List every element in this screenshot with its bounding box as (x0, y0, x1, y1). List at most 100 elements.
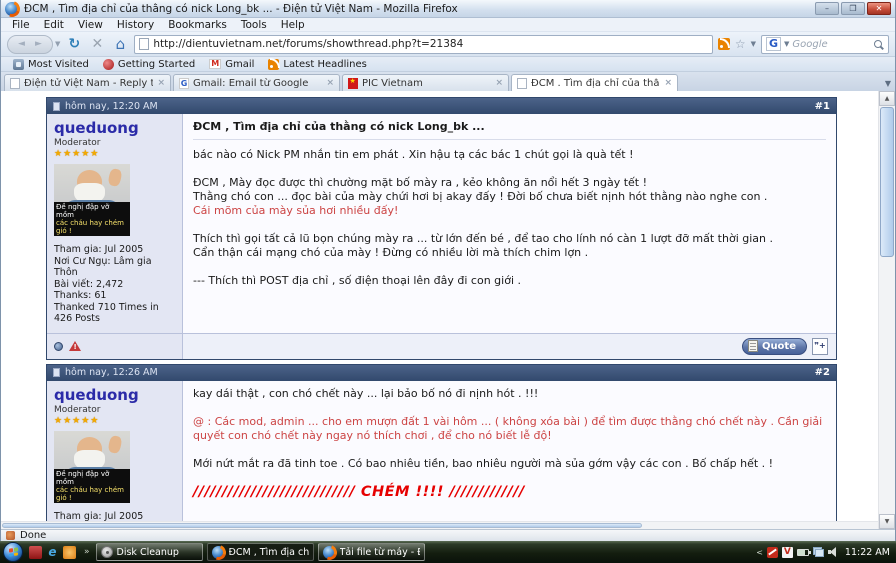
username-link[interactable]: queduong (54, 386, 175, 404)
tab-close-icon[interactable]: × (664, 78, 672, 88)
avatar-caption: Đề nghị đập vỡ mồm các cháu hay chém gió… (54, 468, 130, 503)
clock[interactable]: 11:22 AM (842, 547, 890, 558)
taskbar-item-firefox-2[interactable]: Tải file từ máy - Điệ... (317, 543, 425, 561)
reload-button[interactable]: ↻ (65, 34, 83, 54)
system-tray: < V 11:22 AM (756, 546, 893, 558)
multiquote-button[interactable] (812, 337, 828, 355)
vertical-scrollbar[interactable]: ▲ ▼ (878, 91, 895, 529)
tab-reply-to-topic[interactable]: Điện tử Việt Nam - Reply to Topic × (4, 74, 171, 91)
scrollbar-thumb[interactable] (880, 107, 894, 257)
maximize-button[interactable]: ❐ (841, 2, 865, 15)
menu-view[interactable]: View (71, 18, 110, 32)
address-bar[interactable] (134, 34, 713, 54)
post-count: Bài viết: 2,472 (54, 278, 124, 290)
volume-icon[interactable] (827, 547, 838, 557)
bookmark-getting-started[interactable]: Getting Started (97, 58, 201, 70)
scroll-down-icon[interactable]: ▼ (879, 514, 895, 529)
taskbar: e » Disk Cleanup ĐCM , Tìm địa chỉ c... … (0, 541, 896, 563)
quote-button[interactable]: Quote (741, 337, 807, 355)
title-bar: ĐCM , Tìm địa chỉ của thằng có nick Long… (1, 0, 895, 18)
post-content: ĐCM , Tìm địa chỉ của thằng có nick Long… (183, 114, 836, 333)
history-dropdown-icon[interactable]: ▼ (55, 40, 60, 48)
post-header: hôm nay, 12:26 AM #2 (47, 364, 836, 381)
user-role: Moderator (54, 404, 101, 415)
bookmark-gmail[interactable]: M Gmail (203, 59, 260, 70)
horizontal-scrollbar[interactable] (1, 521, 878, 529)
menu-tools[interactable]: Tools (234, 18, 274, 32)
reputation-stars: ★★★★★ (54, 149, 100, 159)
post-timestamp: hôm nay, 12:26 AM (65, 367, 158, 378)
taskbar-item-firefox-active[interactable]: ĐCM , Tìm địa chỉ c... (206, 543, 314, 561)
start-button[interactable] (3, 542, 23, 562)
tab-gmail[interactable]: G Gmail: Email từ Google × (173, 74, 340, 91)
reputation-stars: ★★★★★ (54, 415, 100, 426)
menu-help[interactable]: Help (274, 18, 312, 32)
quick-launch-overflow-icon[interactable]: » (82, 547, 92, 557)
avatar[interactable]: Đề nghị đập vỡ mồm các cháu hay chém gió… (54, 430, 130, 503)
tab-close-icon[interactable]: × (157, 78, 165, 88)
scrollbar-thumb[interactable] (2, 523, 642, 528)
bookmark-latest-headlines[interactable]: Latest Headlines (262, 57, 373, 70)
post-number[interactable]: #2 (815, 367, 830, 378)
search-engine-dropdown-icon[interactable]: ▼ (784, 40, 789, 48)
avatar[interactable]: Đề nghị đập vỡ mồm các cháu hay chém gió… (54, 164, 130, 236)
search-input[interactable] (792, 38, 870, 50)
tab-list-dropdown-icon[interactable]: ▼ (885, 79, 891, 88)
antivirus-tray-icon[interactable] (766, 546, 778, 558)
rss-feed-icon[interactable] (717, 38, 730, 50)
tab-close-icon[interactable]: × (495, 78, 503, 88)
home-button[interactable]: ⌂ (111, 34, 129, 54)
post-line: ĐCM , Mày đọc được thì chường mặt bố mày… (193, 176, 648, 189)
battery-icon[interactable] (796, 548, 811, 556)
rss-icon (268, 57, 281, 70)
bookmark-dropdown-icon[interactable]: ▼ (751, 40, 756, 48)
quick-launch-icon-2[interactable] (63, 545, 76, 559)
back-icon[interactable]: ◄ (18, 39, 25, 49)
taskbar-item-disk-cleanup[interactable]: Disk Cleanup (95, 543, 203, 561)
search-box[interactable]: G ▼ (761, 34, 889, 54)
search-icon[interactable] (873, 39, 884, 50)
tab-close-icon[interactable]: × (326, 78, 334, 88)
search-engine-icon[interactable]: G (766, 37, 782, 51)
post-content: kay dái thật , con chó chết này ... lại … (183, 381, 836, 530)
quick-launch: e (27, 545, 78, 559)
post-line: Thích thì gọi tất cả lũ bọn chúng mày ra… (193, 232, 773, 245)
close-button[interactable]: ✕ (867, 2, 891, 15)
menu-edit[interactable]: Edit (37, 18, 71, 32)
bookmark-most-visited[interactable]: Most Visited (7, 58, 95, 70)
window-title: ĐCM , Tìm địa chỉ của thằng có nick Long… (24, 2, 458, 15)
scroll-up-icon[interactable]: ▲ (879, 91, 895, 106)
post-line-red: Cái mõm của mày sủa hơi nhiều đấy! (193, 204, 399, 217)
firefox-window: ĐCM , Tìm địa chỉ của thằng có nick Long… (0, 0, 896, 563)
menu-bookmarks[interactable]: Bookmarks (161, 18, 234, 32)
post-line-red: @ : Các mod, admin ... cho em mượn đất 1… (193, 414, 823, 442)
menu-file[interactable]: File (5, 18, 37, 32)
user-info-panel: queduong Moderator ★★★★★ Đề nghị đập vỡ … (47, 380, 183, 529)
minimize-button[interactable]: – (815, 2, 839, 15)
stop-button[interactable]: ✕ (88, 34, 106, 54)
user-stats: Tham gia: Jul 2005 Nơi Cư Ngụ: Lâm gia T… (54, 244, 175, 325)
vietnam-flag-icon (348, 77, 358, 89)
report-post-icon[interactable] (69, 340, 81, 352)
v-tray-icon[interactable]: V (781, 546, 793, 558)
menu-history[interactable]: History (110, 18, 161, 32)
tab-pic-vietnam[interactable]: PIC Vietnam × (342, 74, 509, 91)
bookmark-star-icon[interactable]: ☆ (735, 38, 746, 50)
username-link[interactable]: queduong (54, 119, 175, 137)
google-icon: G (179, 77, 189, 89)
windows-logo-icon (8, 547, 18, 557)
forward-icon[interactable]: ► (35, 39, 42, 49)
gmail-icon: M (209, 59, 222, 69)
getting-started-icon (102, 58, 114, 70)
post-number[interactable]: #1 (815, 101, 830, 112)
tab-thread-active[interactable]: ĐCM . Tìm địa chỉ của thằng có ni... × (511, 74, 678, 91)
url-input[interactable] (153, 38, 708, 50)
tray-expand-icon[interactable]: < (756, 548, 763, 557)
post-line: kay dái thật , con chó chết này ... lại … (193, 386, 539, 400)
internet-explorer-icon[interactable]: e (46, 545, 59, 559)
post-timestamp: hôm nay, 12:20 AM (65, 100, 158, 112)
quick-launch-icon-1[interactable] (29, 545, 42, 559)
network-icon[interactable] (812, 547, 824, 557)
back-forward-buttons[interactable]: ◄ ► (7, 34, 53, 54)
most-visited-icon (13, 58, 24, 70)
